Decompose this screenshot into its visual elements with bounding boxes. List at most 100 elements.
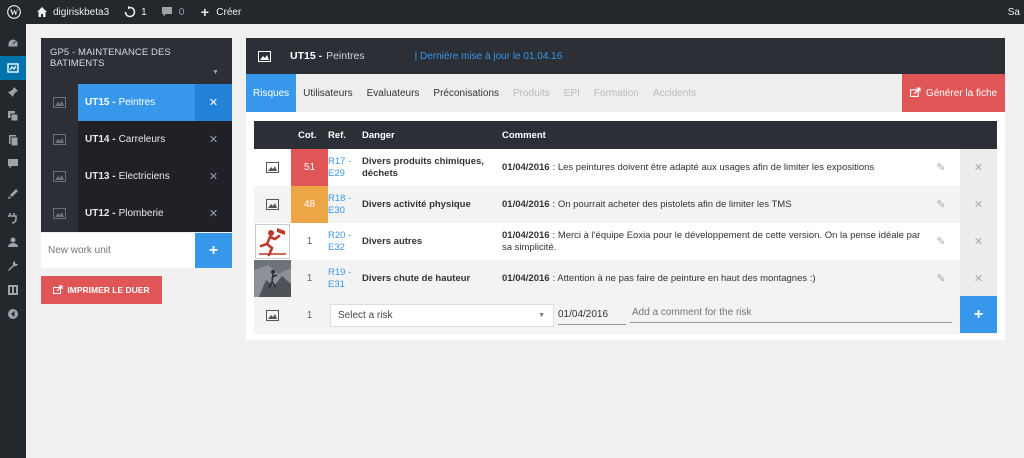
risk-comment[interactable]: 01/04/2016: Merci à l'équipe Eoxia pour … — [502, 223, 922, 260]
work-unit-label[interactable]: UT15 - Peintres — [78, 84, 195, 121]
close-icon[interactable]: ✕ — [960, 260, 997, 297]
tab-epi: EPI — [563, 87, 580, 99]
work-unit-label[interactable]: UT13 - Electriciens — [78, 158, 195, 195]
image-placeholder-icon[interactable] — [41, 121, 78, 158]
updates-link[interactable]: 1 — [116, 0, 154, 24]
new-work-unit-input[interactable] — [41, 233, 195, 268]
work-unit-item[interactable]: UT15 - Peintres ✕ — [41, 84, 232, 121]
risk-comment-input[interactable] — [630, 303, 952, 323]
work-unit-item[interactable]: UT14 - Carreleurs ✕ — [41, 121, 232, 158]
pin-icon[interactable] — [0, 80, 26, 104]
climber-photo[interactable] — [254, 260, 291, 297]
page-title: UT15 - Peintres — [290, 50, 365, 62]
new-content-link[interactable]: + Créer — [191, 0, 248, 24]
new-risk-score: 1 — [306, 310, 313, 321]
caret-down-icon[interactable]: ▼ — [212, 69, 219, 76]
tab-evaluateurs[interactable]: Evaluateurs — [360, 74, 427, 112]
column-header-ref: Ref. — [328, 130, 346, 141]
risk-select[interactable]: Select a risk ▼ — [330, 304, 554, 327]
risk-date-input[interactable] — [558, 305, 626, 325]
risk-danger: Divers autres — [362, 235, 423, 247]
group-header[interactable]: GP5 - MAINTENANCE DES BATIMENTS ▼ — [41, 38, 232, 84]
close-icon[interactable]: ✕ — [960, 149, 997, 186]
column-header-cot: Cot. — [298, 130, 317, 141]
table-header: Cot. Ref. Danger Comment — [254, 121, 997, 149]
add-risk-button[interactable]: + — [960, 296, 997, 333]
close-icon[interactable]: ✕ — [195, 84, 232, 121]
risk-danger: Divers produits chimiques, déchets — [362, 155, 484, 179]
plugins-icon[interactable] — [0, 206, 26, 230]
risk-danger: Divers chute de hauteur — [362, 272, 471, 284]
image-placeholder-icon[interactable] — [41, 195, 78, 232]
close-icon[interactable]: ✕ — [195, 121, 232, 158]
digirisk-icon[interactable] — [0, 56, 26, 80]
add-work-unit-button[interactable]: + — [195, 233, 232, 268]
risk-comment[interactable]: 01/04/2016: Les peintures doivent être a… — [502, 149, 922, 186]
work-unit-label[interactable]: UT14 - Carreleurs — [78, 121, 195, 158]
column-header-comment: Comment — [502, 130, 546, 141]
tab-produits: Produits — [513, 87, 550, 99]
tab-preconisations[interactable]: Préconisations — [426, 74, 506, 112]
pencil-icon[interactable]: ✎ — [922, 186, 960, 223]
print-duer-button[interactable]: IMPRIMER LE DUER — [41, 276, 162, 304]
risk-reference[interactable]: R20 - E32 — [328, 223, 362, 260]
generate-sheet-button[interactable]: Générer la fiche — [902, 74, 1005, 112]
risk-comment[interactable]: 01/04/2016: Attention à ne pas faire de … — [502, 260, 922, 297]
image-placeholder-icon[interactable] — [254, 149, 291, 186]
dashboard-icon[interactable] — [0, 32, 26, 56]
collapse-icon[interactable] — [0, 302, 26, 326]
media-icon[interactable] — [0, 104, 26, 128]
risk-comment[interactable]: 01/04/2016: On pourrait acheter des pist… — [502, 186, 922, 223]
new-work-unit-form: + — [41, 233, 232, 268]
home-icon — [35, 6, 48, 19]
image-placeholder-icon[interactable] — [246, 38, 282, 74]
account-link[interactable]: Sa — [1001, 0, 1024, 24]
pencil-icon[interactable]: ✎ — [922, 149, 960, 186]
table-row: 48 R18 - E30 Divers activité physique 01… — [254, 186, 997, 223]
comments-icon[interactable] — [0, 152, 26, 176]
risk-reference[interactable]: R17 - E29 — [328, 149, 362, 186]
work-unit-label[interactable]: UT12 - Plomberie — [78, 195, 195, 232]
risk-reference[interactable]: R18 - E30 — [328, 186, 362, 223]
table-row: 1 R20 - E32 Divers autres 01/04/2016: Me… — [254, 223, 997, 260]
close-icon[interactable]: ✕ — [195, 158, 232, 195]
image-placeholder-icon[interactable] — [41, 158, 78, 195]
tools-icon[interactable] — [0, 254, 26, 278]
settings-icon[interactable] — [0, 278, 26, 302]
detail-header: UT15 - Peintres | Dernière mise à jour le… — [246, 38, 1005, 74]
risk-danger: Divers activité physique — [362, 198, 471, 210]
svg-text:W: W — [10, 8, 19, 17]
image-placeholder-icon[interactable] — [41, 84, 78, 121]
risk-score[interactable]: 1 — [291, 260, 328, 297]
image-placeholder-icon[interactable] — [254, 297, 291, 334]
work-unit-item[interactable]: UT12 - Plomberie ✕ — [41, 195, 232, 232]
users-icon[interactable] — [0, 230, 26, 254]
pencil-icon[interactable]: ✎ — [922, 260, 960, 297]
close-icon[interactable]: ✕ — [195, 195, 232, 232]
risk-score[interactable]: 51 — [291, 149, 328, 186]
site-name-link[interactable]: digiriskbeta3 — [28, 0, 116, 24]
tab-risques[interactable]: Risques — [246, 74, 297, 112]
work-unit-item[interactable]: UT13 - Electriciens ✕ — [41, 158, 232, 195]
table-row: 51 R17 - E29 Divers produits chimiques, … — [254, 149, 997, 186]
risk-reference[interactable]: R19 - E31 — [328, 260, 362, 297]
tab-bar: Risques Utilisateurs Evaluateurs Préconi… — [246, 74, 1005, 112]
tab-accidents: Accidents — [652, 87, 697, 99]
image-placeholder-icon[interactable] — [254, 186, 291, 223]
pencil-icon[interactable]: ✎ — [922, 223, 960, 260]
risk-score[interactable]: 48 — [291, 186, 328, 223]
admin-menu — [0, 24, 26, 458]
appearance-icon[interactable] — [0, 182, 26, 206]
group-title: GP5 - MAINTENANCE DES BATIMENTS — [50, 47, 171, 69]
wordpress-logo-icon[interactable]: W — [0, 0, 28, 24]
admin-bar: W digiriskbeta3 1 0 + Créer Sa — [0, 0, 1024, 24]
tab-utilisateurs[interactable]: Utilisateurs — [296, 74, 359, 112]
close-icon[interactable]: ✕ — [960, 186, 997, 223]
risk-score[interactable]: 1 — [291, 223, 328, 260]
close-icon[interactable]: ✕ — [960, 223, 997, 260]
new-risk-row: 1 Select a risk ▼ + — [254, 296, 997, 334]
pages-icon[interactable] — [0, 128, 26, 152]
column-header-danger: Danger — [362, 130, 395, 141]
running-person-icon[interactable] — [254, 223, 291, 260]
comments-link[interactable]: 0 — [154, 0, 192, 24]
